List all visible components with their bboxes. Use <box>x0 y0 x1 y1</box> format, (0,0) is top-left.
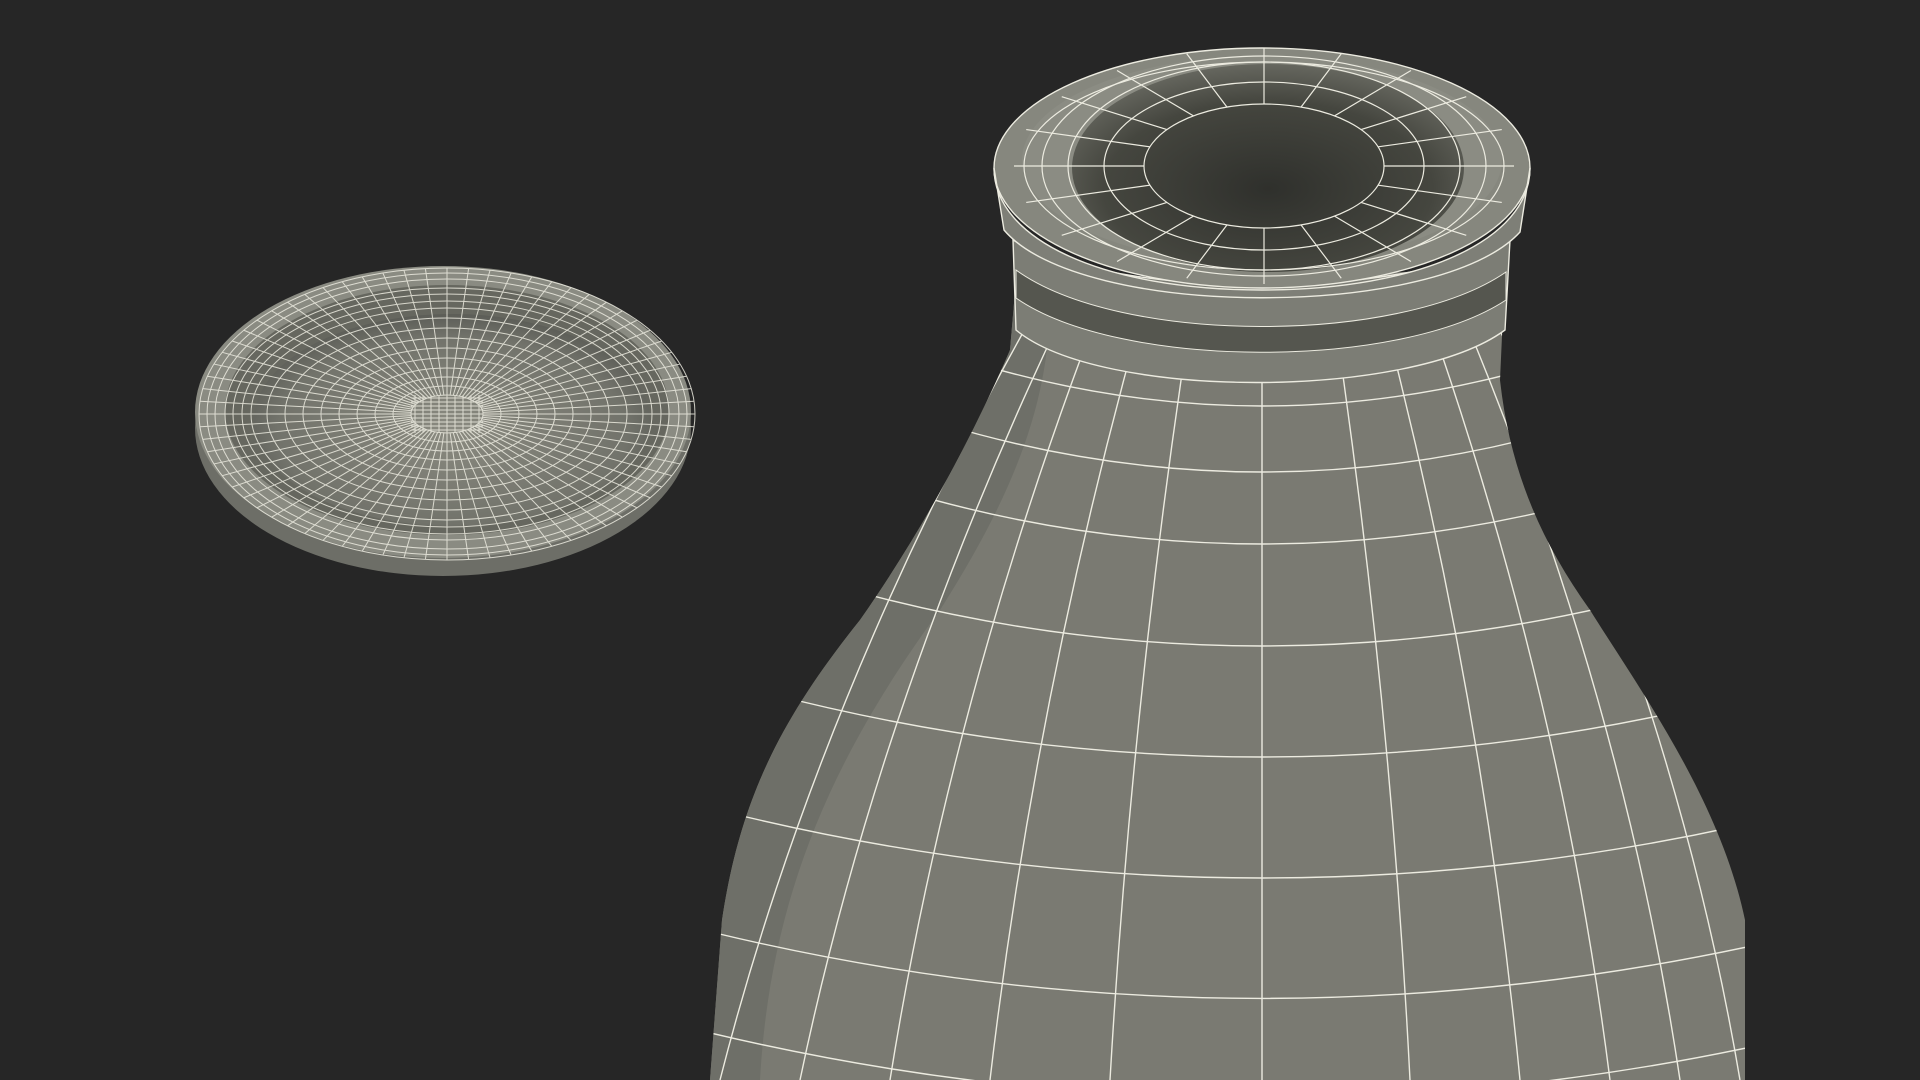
bottle-opening <box>1072 64 1464 272</box>
cap-wireframe <box>198 267 696 561</box>
render-viewport <box>0 0 1920 1080</box>
bottle-cap <box>195 266 696 576</box>
wireframe-scene <box>0 0 1920 1080</box>
